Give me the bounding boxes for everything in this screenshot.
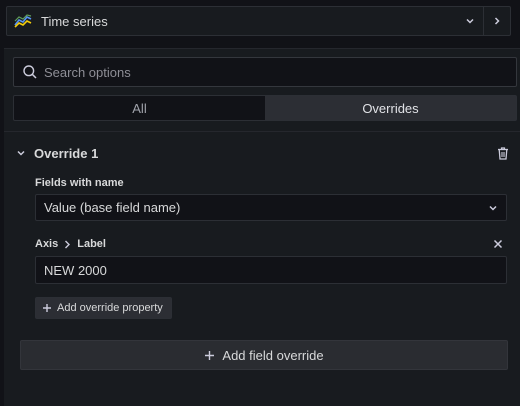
plus-icon xyxy=(42,303,52,313)
close-icon[interactable] xyxy=(491,237,505,251)
tab-overrides[interactable]: Overrides xyxy=(265,96,516,120)
add-override-property-label: Add override property xyxy=(57,302,163,314)
select-value: Value (base field name) xyxy=(44,200,181,215)
search-icon xyxy=(22,64,38,80)
chevron-down-icon[interactable] xyxy=(14,146,28,160)
axis-label-input[interactable] xyxy=(35,256,507,284)
chevron-down-icon[interactable] xyxy=(457,7,483,35)
add-override-property-button[interactable]: Add override property xyxy=(35,297,172,319)
override-header[interactable]: Override 1 xyxy=(4,141,520,165)
search-input[interactable] xyxy=(44,64,516,80)
override-title: Override 1 xyxy=(34,145,99,161)
property-header: Axis Label xyxy=(35,237,507,251)
chevron-right-icon xyxy=(64,240,71,249)
add-field-override-label: Add field override xyxy=(222,347,324,363)
field-name-select[interactable]: Value (base field name) xyxy=(35,194,507,221)
options-pane: All Overrides Override 1 Fields with nam… xyxy=(4,48,520,406)
visualization-title: Time series xyxy=(41,13,108,29)
time-series-chart-icon xyxy=(14,14,34,28)
divider xyxy=(4,131,520,132)
add-field-override-button[interactable]: Add field override xyxy=(20,340,508,370)
plus-icon xyxy=(204,350,215,361)
tab-all[interactable]: All xyxy=(14,96,265,120)
matcher-label: Fields with name xyxy=(35,177,124,189)
chevron-right-icon[interactable] xyxy=(484,7,510,35)
property-name: Label xyxy=(77,238,106,250)
search-options-box[interactable] xyxy=(13,57,517,87)
property-category: Axis xyxy=(35,238,59,250)
chevron-down-icon[interactable] xyxy=(480,203,506,213)
visualization-picker[interactable]: Time series xyxy=(6,6,511,36)
trash-icon[interactable] xyxy=(496,146,510,160)
panel-editor-options: Time series All Overrides xyxy=(0,0,520,406)
options-tabs: All Overrides xyxy=(13,95,517,121)
